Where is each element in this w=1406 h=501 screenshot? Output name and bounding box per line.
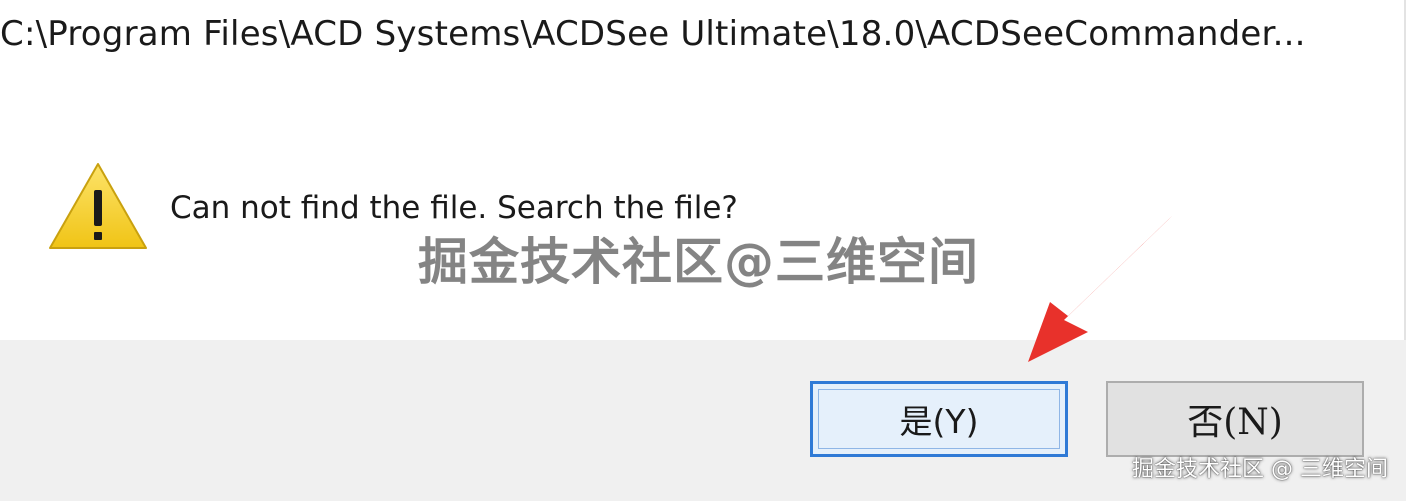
yes-button-label: 是(Y) (899, 402, 979, 441)
warning-icon (49, 163, 147, 249)
no-button[interactable]: 否(N) (1106, 381, 1364, 457)
yes-button[interactable]: 是(Y) (810, 381, 1068, 457)
dialog-title-path: C:\Program Files\ACD Systems\ACDSee Ulti… (0, 14, 1306, 54)
center-watermark: 掘金技术社区@三维空间 (418, 233, 979, 291)
no-button-label: 否(N) (1187, 402, 1283, 443)
dialog-content: Can not find the file. Search the file? (0, 90, 1406, 340)
dialog-button-bar: 是(Y) 否(N) 掘金技术社区 @ 三维空间 (0, 340, 1406, 501)
dialog-message: Can not find the file. Search the file? (170, 190, 738, 226)
corner-watermark: 掘金技术社区 @ 三维空间 (1132, 457, 1388, 482)
message-dialog: C:\Program Files\ACD Systems\ACDSee Ulti… (0, 0, 1406, 501)
